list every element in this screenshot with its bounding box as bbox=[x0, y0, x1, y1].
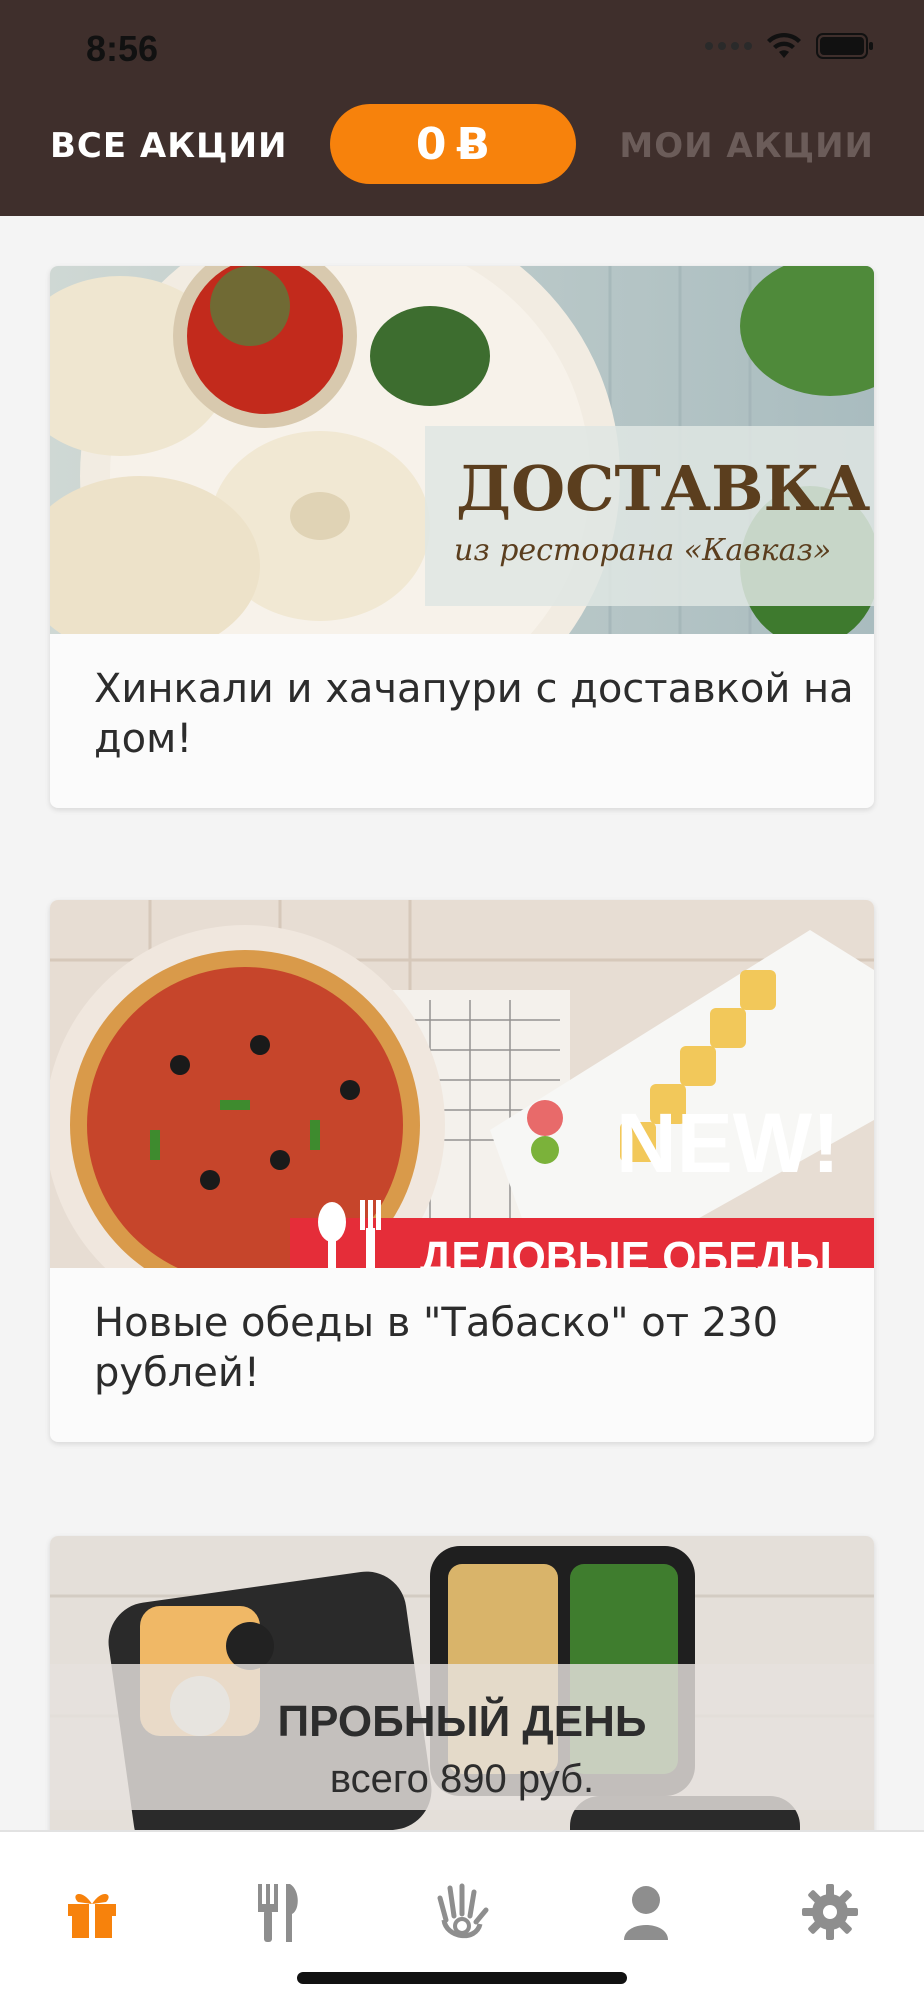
tab-promotions[interactable] bbox=[52, 1872, 132, 1952]
points-balance-button[interactable]: 0 Ƀ bbox=[330, 104, 576, 184]
banner-new-badge: NEW! bbox=[616, 1096, 840, 1190]
promo-card-business-lunch[interactable]: NEW! ДЕЛОВЫЕ ОБЕДЫ Новые обеды в "Табаск… bbox=[50, 900, 874, 1442]
promo-card-delivery[interactable]: ДОСТАВКА! из ресторана «Кавказ» Хинкали … bbox=[50, 266, 874, 808]
banner-subtitle: из ресторана «Кавказ» bbox=[454, 533, 831, 568]
hand-icon bbox=[437, 1883, 489, 1939]
tab-restaurants[interactable] bbox=[238, 1872, 318, 1952]
home-indicator bbox=[297, 1972, 627, 1984]
banner-ribbon-text: ДЕЛОВЫЕ ОБЕДЫ bbox=[420, 1233, 832, 1268]
promo-description: Хинкали и хачапури с доставкой на дом! bbox=[94, 666, 854, 762]
tab-my-promotions[interactable]: МОИ АКЦИИ bbox=[619, 126, 874, 166]
promo-banner-image: ДОСТАВКА! из ресторана «Кавказ» bbox=[50, 266, 874, 634]
points-value: 0 bbox=[415, 118, 447, 170]
tab-hand[interactable] bbox=[422, 1872, 502, 1952]
gift-icon bbox=[68, 1893, 116, 1938]
tab-settings[interactable] bbox=[790, 1872, 870, 1952]
promo-banner-image: ПРОБНЫЙ ДЕНЬ всего 890 руб. bbox=[50, 1536, 874, 1830]
banner-subtitle: всего 890 руб. bbox=[330, 1757, 594, 1801]
header: 8:56 ВСЕ АКЦИИ 0 Ƀ МОИ АКЦИИ bbox=[0, 0, 924, 216]
gear-icon bbox=[802, 1884, 858, 1940]
cellular-signal-icon bbox=[705, 42, 752, 50]
status-time: 8:56 bbox=[86, 28, 159, 69]
tab-all-promotions[interactable]: ВСЕ АКЦИИ bbox=[50, 126, 288, 166]
banner-title: ДОСТАВКА! bbox=[456, 452, 874, 525]
wifi-icon bbox=[767, 32, 801, 58]
status-icons bbox=[705, 32, 874, 60]
banner-title: ПРОБНЫЙ ДЕНЬ bbox=[277, 1695, 646, 1746]
profile-icon bbox=[624, 1886, 668, 1940]
points-currency-icon: Ƀ bbox=[456, 118, 491, 170]
tab-profile[interactable] bbox=[606, 1872, 686, 1952]
battery-icon bbox=[816, 33, 873, 59]
status-bar: 8:56 bbox=[0, 0, 924, 100]
promo-card-trial-day[interactable]: ПРОБНЫЙ ДЕНЬ всего 890 руб. bbox=[50, 1536, 874, 1830]
restaurant-icon bbox=[258, 1884, 298, 1942]
promo-description: Новые обеды в "Табаско" от 230 рублей! bbox=[94, 1300, 779, 1396]
promotions-feed[interactable]: ДОСТАВКА! из ресторана «Кавказ» Хинкали … bbox=[0, 216, 924, 1830]
promo-nav: ВСЕ АКЦИИ 0 Ƀ МОИ АКЦИИ bbox=[0, 104, 924, 188]
promo-banner-image: NEW! ДЕЛОВЫЕ ОБЕДЫ bbox=[50, 900, 874, 1268]
